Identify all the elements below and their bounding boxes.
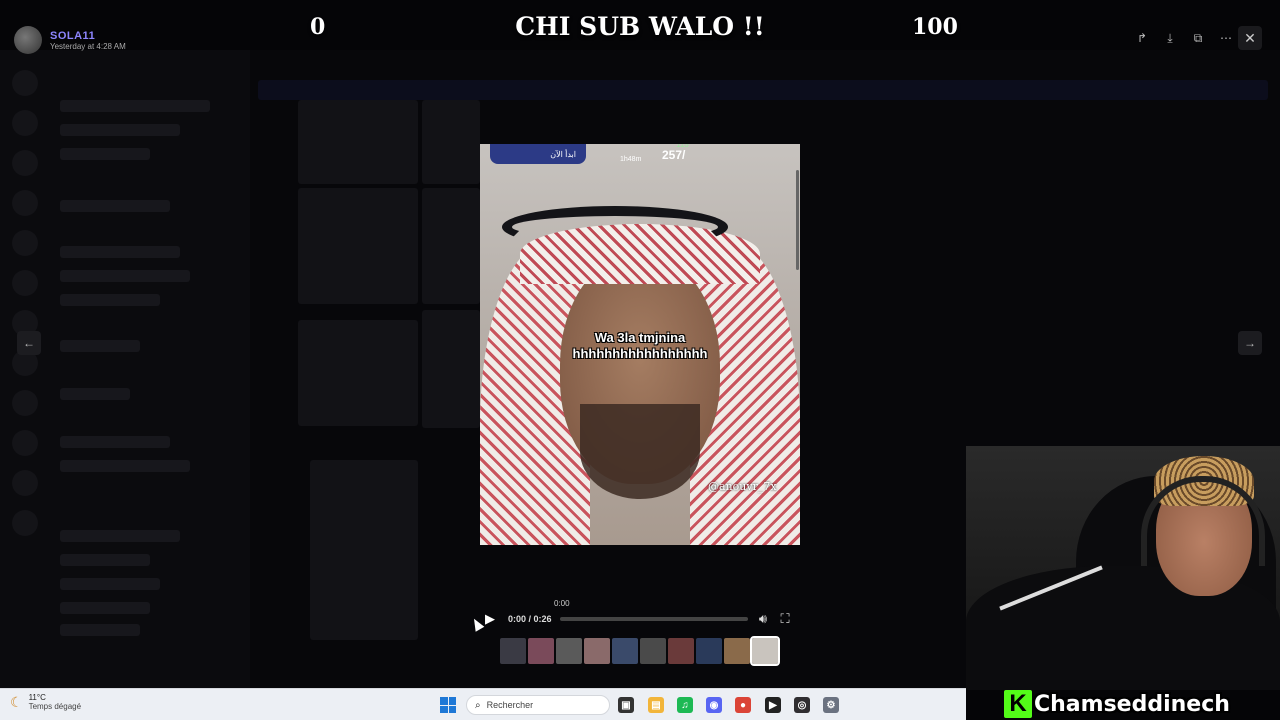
file-explorer-icon[interactable]: ▤ bbox=[648, 697, 664, 713]
message-timestamp: Yesterday at 4:28 AM bbox=[50, 41, 126, 51]
chrome-icon[interactable]: ● bbox=[735, 697, 751, 713]
stream-headline: CHI SUB WALO !! bbox=[515, 12, 765, 41]
agal bbox=[502, 206, 728, 248]
previous-media-button[interactable]: ← bbox=[17, 331, 41, 355]
caption-line-2: hhhhhhhhhhhhhhhhh bbox=[572, 346, 708, 361]
media-thumbnail[interactable] bbox=[640, 638, 666, 664]
next-media-button[interactable]: → bbox=[1238, 331, 1262, 355]
terminal-icon[interactable]: ▶ bbox=[765, 697, 781, 713]
volume-icon: 🔊︎ bbox=[758, 611, 768, 626]
task-view-icon[interactable]: ▣ bbox=[618, 697, 634, 713]
score-right: 100 bbox=[912, 14, 958, 40]
download-icon[interactable]: ⤓ bbox=[1158, 26, 1182, 50]
caption-line-1: Wa 3la tmjnina bbox=[594, 330, 686, 345]
media-thumbnail[interactable] bbox=[528, 638, 554, 664]
streamer-name: Chamseddinech bbox=[1034, 691, 1230, 717]
media-thumbnail[interactable] bbox=[668, 638, 694, 664]
play-button[interactable]: ▶ bbox=[482, 611, 498, 627]
weather-description: Temps dégagé bbox=[28, 702, 82, 711]
windows-start-icon[interactable] bbox=[440, 697, 456, 713]
live-viewers: 257/ bbox=[662, 148, 686, 162]
close-icon[interactable]: ✕ bbox=[1238, 26, 1262, 50]
spotify-icon[interactable]: ♫ bbox=[677, 697, 693, 713]
viewer-toolbar: ↱ ⤓ ⧉ ⋯ bbox=[1130, 26, 1238, 50]
video-frame[interactable]: ابدأ الآن 1h48m 257/ 115 Wa 3la tmjnina … bbox=[480, 144, 800, 545]
streamer-brand: K Chamseddinech bbox=[1004, 688, 1230, 720]
discord-channel-sidebar-dimmed bbox=[0, 50, 250, 690]
fullscreen-button[interactable]: ⛶ bbox=[776, 610, 794, 628]
windows-taskbar: ☾ 11°C Temps dégagé ⌕ Rechercher ▣ ▤ ♫ ◉ ● ▶… bbox=[0, 688, 966, 720]
screen: SOLA11 Yesterday at 4:28 AM 0 CHI SUB WA… bbox=[0, 0, 1280, 720]
media-thumbnail[interactable] bbox=[696, 638, 722, 664]
volume-button[interactable]: 🔊︎ bbox=[754, 610, 772, 628]
live-duration: 1h48m bbox=[620, 156, 642, 163]
media-thumbnail[interactable] bbox=[750, 636, 780, 666]
more-icon[interactable]: ⋯ bbox=[1214, 26, 1238, 50]
video-watermark: @anouvr_7x bbox=[708, 480, 777, 493]
search-placeholder: Rechercher bbox=[486, 700, 534, 710]
video-scrollbar[interactable] bbox=[796, 170, 799, 270]
media-thumbnail[interactable] bbox=[584, 638, 610, 664]
taskbar-search[interactable]: ⌕ Rechercher bbox=[466, 695, 610, 715]
arrow-left-icon: ← bbox=[23, 336, 35, 350]
discord-banner-dimmed bbox=[258, 80, 1268, 100]
discord-icon[interactable]: ◉ bbox=[706, 697, 722, 713]
fullscreen-icon: ⛶ bbox=[780, 611, 790, 626]
kick-logo-icon: K bbox=[1004, 690, 1032, 718]
open-external-icon[interactable]: ⧉ bbox=[1186, 26, 1210, 50]
live-likes: 115 bbox=[676, 144, 689, 149]
media-thumbnail[interactable] bbox=[724, 638, 750, 664]
obs-icon[interactable]: ◎ bbox=[794, 697, 810, 713]
weather-temperature: 11°C bbox=[28, 693, 46, 702]
beard bbox=[580, 404, 700, 499]
settings-icon[interactable]: ⚙ bbox=[823, 697, 839, 713]
media-thumbnail[interactable] bbox=[500, 638, 526, 664]
media-thumbnail[interactable] bbox=[612, 638, 638, 664]
progress-bar[interactable] bbox=[560, 617, 748, 621]
playback-time: 0:00 / 0:26 bbox=[508, 614, 552, 624]
streamer-webcam bbox=[966, 446, 1280, 690]
moon-icon: ☾ bbox=[10, 693, 23, 710]
play-icon: ▶ bbox=[485, 611, 495, 626]
weather-widget[interactable]: ☾ 11°C Temps dégagé bbox=[10, 693, 81, 711]
search-icon: ⌕ bbox=[475, 699, 481, 711]
hover-time-tooltip: 0:00 bbox=[554, 599, 570, 608]
live-badge: ابدأ الآن bbox=[490, 144, 586, 164]
media-thumbnail-strip bbox=[500, 636, 780, 666]
forward-icon[interactable]: ↱ bbox=[1130, 26, 1154, 50]
arrow-right-icon: → bbox=[1244, 336, 1256, 350]
media-thumbnail[interactable] bbox=[556, 638, 582, 664]
video-caption: Wa 3la tmjnina hhhhhhhhhhhhhhhhh bbox=[480, 330, 800, 362]
